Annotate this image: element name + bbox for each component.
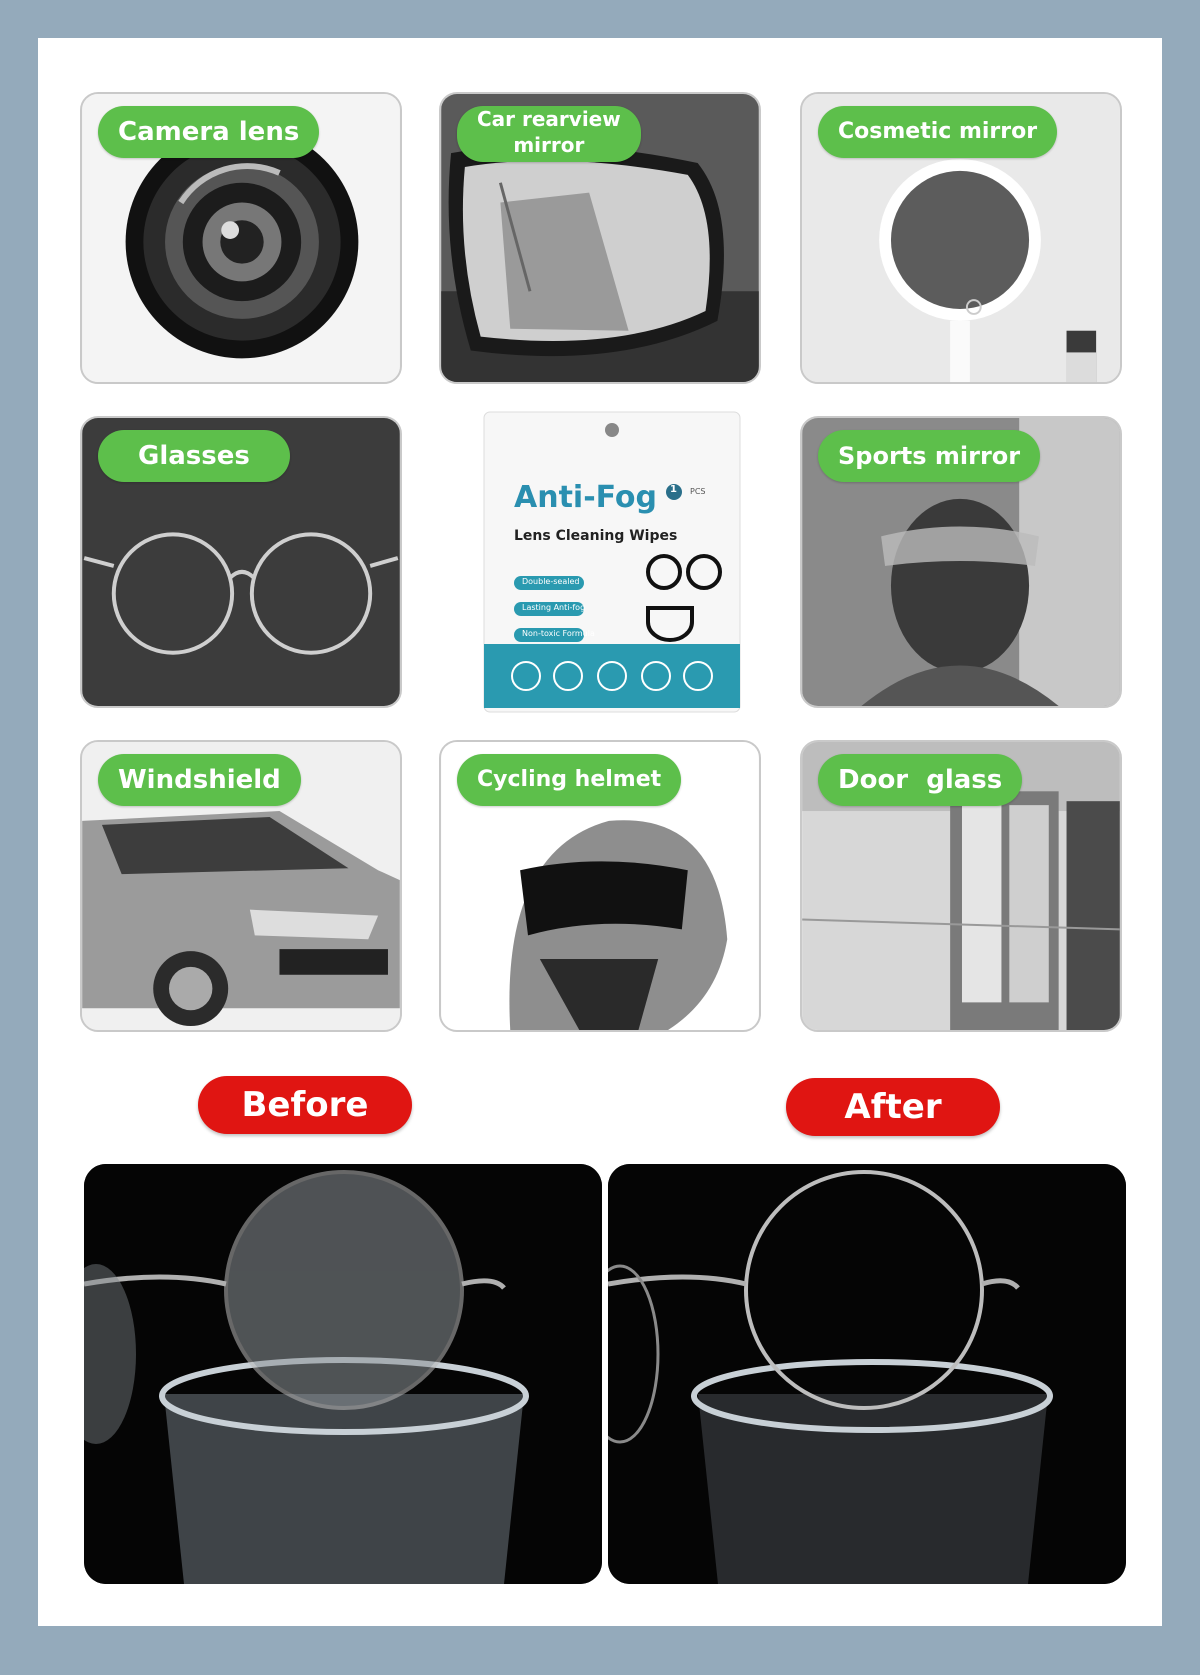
cosmetic-mirror-label: Cosmetic mirror [818, 106, 1058, 158]
after-use-label: After use [786, 1078, 1000, 1185]
tile-cosmetic-mirror: Cosmetic mirror [800, 92, 1122, 384]
package-image [483, 411, 741, 713]
tile-car-rearview-mirror: Car rearview mirror [439, 92, 761, 384]
content-sheet: Camera lens Car rearview mirror Cosmetic… [38, 38, 1162, 1626]
before-use-photo [84, 1164, 602, 1584]
glasses-label: Glasses [98, 430, 290, 482]
package-subtitle: Lens Cleaning Wipes [514, 528, 678, 544]
tile-glasses: Glasses [80, 416, 402, 708]
tile-sports-mirror: Sports mirror [800, 416, 1122, 708]
package-brand: Anti-Fog [514, 480, 658, 515]
tile-door-glass: Door glass [800, 740, 1122, 1032]
cycling-helmet-label: Cycling helmet [457, 754, 682, 806]
camera-lens-label: Camera lens [98, 106, 320, 158]
door-glass-label: Door glass [818, 754, 1023, 806]
package-count: 1 [670, 484, 677, 495]
car-rearview-label-line1: Car rearview [477, 107, 621, 131]
windshield-label: Windshield [98, 754, 301, 806]
before-use-label: Before use [198, 1076, 412, 1183]
tile-camera-lens: Camera lens [80, 92, 402, 384]
car-rearview-label: Car rearview mirror [457, 106, 641, 162]
foggy-glasses-over-cup-image [84, 1164, 602, 1584]
sports-mirror-label: Sports mirror [818, 430, 1041, 482]
package-feature: Double-sealed [522, 577, 580, 586]
tile-windshield: Windshield [80, 740, 402, 1032]
package-unit: PCS [690, 487, 706, 496]
clear-glasses-over-cup-image [608, 1164, 1126, 1584]
after-use-photo [608, 1164, 1126, 1584]
package-feature: Lasting Anti-fog [522, 603, 586, 612]
tile-cycling-helmet: Cycling helmet [439, 740, 761, 1032]
car-rearview-label-line2: mirror [513, 133, 585, 157]
package-feature: Non-toxic Formula [522, 629, 595, 638]
anti-fog-package: Anti-Fog Lens Cleaning Wipes 1 PCS Doubl… [478, 408, 746, 718]
